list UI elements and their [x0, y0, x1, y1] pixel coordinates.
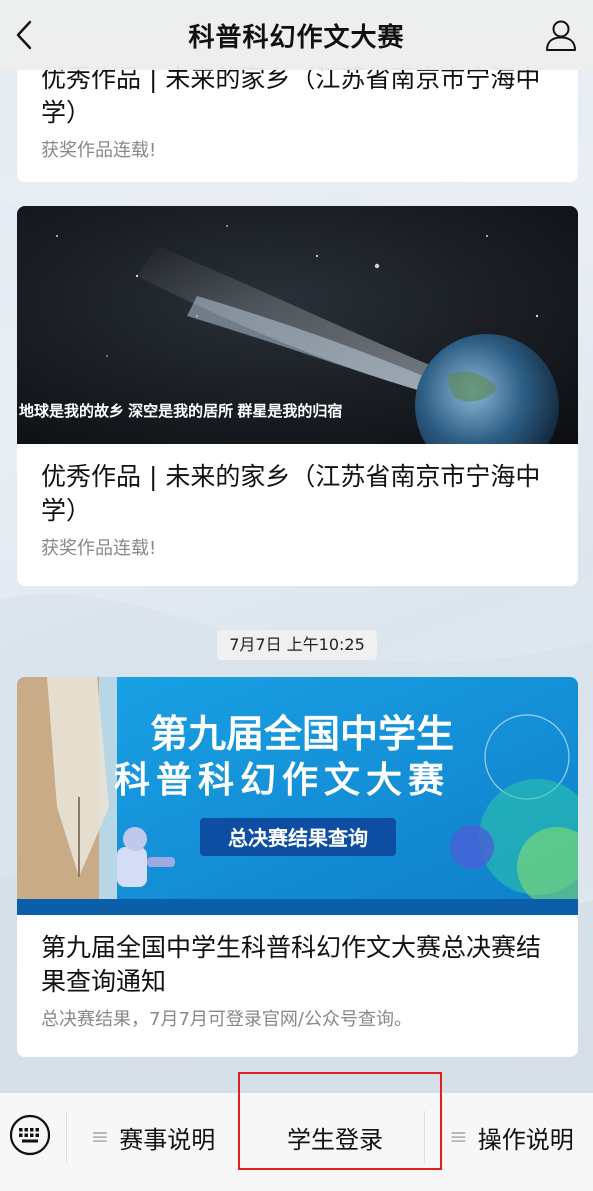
message-timestamp: 7月7日 上午10:25	[217, 630, 377, 660]
bottom-menu-bar: ≡ 赛事说明 学生登录 ≡ 操作说明	[0, 1092, 593, 1191]
hamburger-icon: ≡	[90, 1124, 110, 1150]
menu-item-label: 学生登录	[287, 1125, 383, 1154]
menu-item-instructions[interactable]: ≡ 操作说明	[430, 1093, 593, 1181]
cover-headline-line1: 第九届全国中学生	[150, 713, 454, 756]
menu-item-rules[interactable]: ≡ 赛事说明	[68, 1093, 238, 1181]
menu-item-label: 操作说明	[477, 1125, 574, 1154]
article-title: 优秀作品 | 未来的家乡（江苏省南京市宁海中学）	[41, 462, 541, 525]
chevron-left-icon[interactable]	[10, 18, 40, 52]
menu-item-student-login[interactable]: 学生登录	[240, 1093, 430, 1181]
article-card[interactable]: 地球是我的故乡 深空是我的居所 群星是我的归宿 优秀作品 | 未来的家乡（江苏省…	[17, 206, 578, 586]
article-description: 获奖作品连载!	[41, 538, 157, 559]
cover-headline-line2: 科普科幻作文大赛	[114, 759, 450, 800]
article-description: 总决赛结果，7月7月可登录官网/公众号查询。	[41, 1009, 412, 1030]
keyboard-icon[interactable]	[8, 1113, 52, 1157]
person-icon[interactable]	[543, 17, 579, 53]
menu-divider	[66, 1111, 67, 1163]
hamburger-icon: ≡	[449, 1124, 468, 1150]
article-cover-image: 第九届全国中学生 科普科幻作文大赛 总决赛结果查询	[17, 677, 578, 915]
article-description: 获奖作品连载!	[41, 140, 157, 161]
article-cover-image: 地球是我的故乡 深空是我的居所 群星是我的归宿	[17, 206, 578, 444]
menu-divider	[238, 1111, 239, 1163]
page-title: 科普科幻作文大赛	[188, 22, 405, 53]
cover-query-button: 总决赛结果查询	[228, 826, 368, 850]
menu-item-label: 赛事说明	[119, 1125, 216, 1154]
article-card[interactable]: 第九届全国中学生 科普科幻作文大赛 总决赛结果查询 第九届全国中学生科普科幻作文…	[17, 677, 578, 1057]
cover-caption: 地球是我的故乡 深空是我的居所 群星是我的归宿	[19, 402, 342, 420]
menu-divider	[424, 1111, 425, 1163]
article-title: 第九届全国中学生科普科幻作文大赛总决赛结果查询通知	[41, 933, 542, 996]
top-nav-bar: 科普科幻作文大赛	[0, 0, 593, 70]
